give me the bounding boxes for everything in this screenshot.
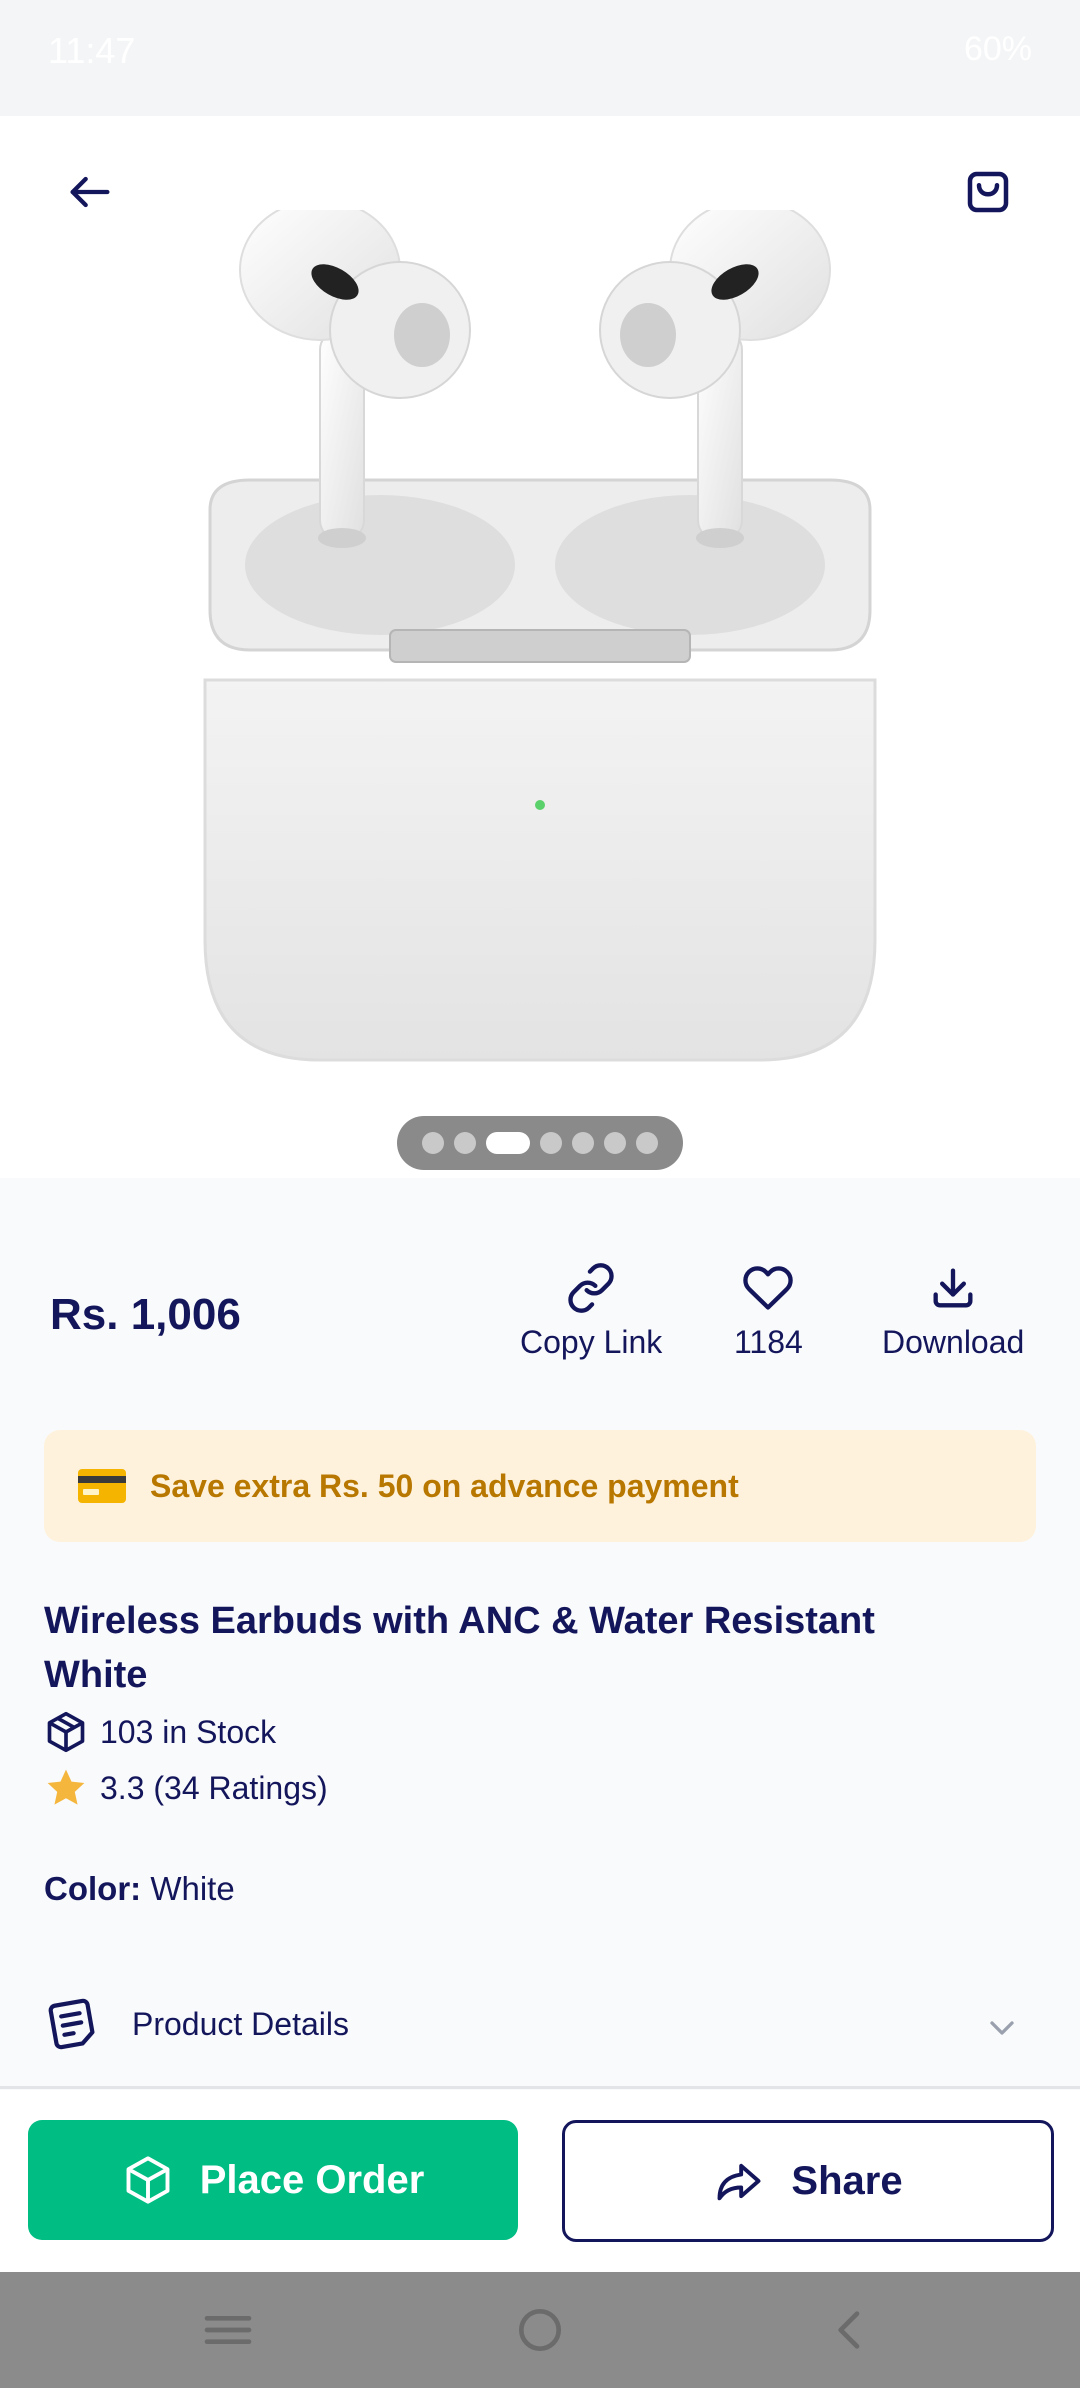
pagination-dot[interactable] — [454, 1132, 476, 1154]
color-label: Color: — [44, 1870, 142, 1907]
status-time: 11:47 — [48, 30, 136, 71]
pagination-dot[interactable] — [422, 1132, 444, 1154]
home-icon[interactable] — [512, 2302, 568, 2358]
document-list-icon — [48, 1998, 95, 2050]
heart-icon — [743, 1266, 794, 1310]
shopping-bag-icon — [967, 171, 1009, 213]
download-button[interactable]: Download — [882, 1262, 1024, 1361]
download-label: Download — [882, 1324, 1025, 1360]
copy-link-label: Copy Link — [520, 1324, 663, 1360]
product-image — [203, 210, 877, 1062]
promo-banner: Save extra Rs. 50 on advance payment — [44, 1430, 1036, 1542]
product-details-label: Product Details — [132, 2006, 349, 2042]
promo-text: Save extra Rs. 50 on advance payment — [150, 1467, 739, 1504]
pagination-dot[interactable] — [604, 1132, 626, 1154]
system-nav-bar — [0, 2272, 1080, 2388]
copy-link-button[interactable]: Copy Link — [520, 1262, 662, 1361]
share-button[interactable]: Share — [562, 2120, 1054, 2242]
likes-count: 1184 — [734, 1324, 803, 1360]
link-icon — [568, 1263, 614, 1313]
menu-icon[interactable] — [200, 2302, 256, 2358]
like-button[interactable]: 1184 — [734, 1262, 803, 1361]
box-icon — [47, 1711, 85, 1753]
pagination-dot-active[interactable] — [486, 1132, 530, 1154]
gallery-pagination[interactable] — [397, 1116, 683, 1170]
back-nav-icon[interactable] — [822, 2302, 878, 2358]
color-value: White — [150, 1870, 235, 1907]
color-selector: Color: White — [44, 1870, 235, 1908]
place-order-label: Place Order — [199, 2157, 425, 2202]
package-icon — [126, 2156, 170, 2204]
share-arrow-icon — [717, 2163, 761, 2201]
rating-text: 3.3 (34 Ratings) — [100, 1769, 328, 1806]
product-details-accordion[interactable]: Product Details — [0, 1990, 1080, 2089]
star-icon — [47, 1769, 85, 1805]
chevron-down-icon — [990, 2021, 1014, 2035]
back-button[interactable] — [52, 154, 128, 230]
cart-button[interactable] — [950, 154, 1026, 230]
arrow-left-icon — [70, 176, 110, 208]
pagination-dot[interactable] — [636, 1132, 658, 1154]
product-price: Rs. 1,006 — [50, 1290, 241, 1339]
status-bar: 11:47 60% — [0, 0, 1080, 116]
pagination-dot[interactable] — [540, 1132, 562, 1154]
stock-info: 103 in Stock — [44, 1710, 276, 1754]
credit-card-icon — [78, 1469, 126, 1503]
stock-text: 103 in Stock — [100, 1713, 277, 1750]
place-order-button[interactable]: Place Order — [28, 2120, 518, 2240]
rating-info[interactable]: 3.3 (34 Ratings) — [44, 1766, 328, 1810]
status-battery: 60% — [963, 30, 1032, 68]
pagination-dot[interactable] — [572, 1132, 594, 1154]
share-label: Share — [791, 2158, 903, 2203]
bottom-action-bar: Place Order Share — [0, 2090, 1080, 2272]
download-icon — [933, 1268, 973, 1308]
product-title: Wireless Earbuds with ANC & Water Resist… — [44, 1600, 875, 1696]
